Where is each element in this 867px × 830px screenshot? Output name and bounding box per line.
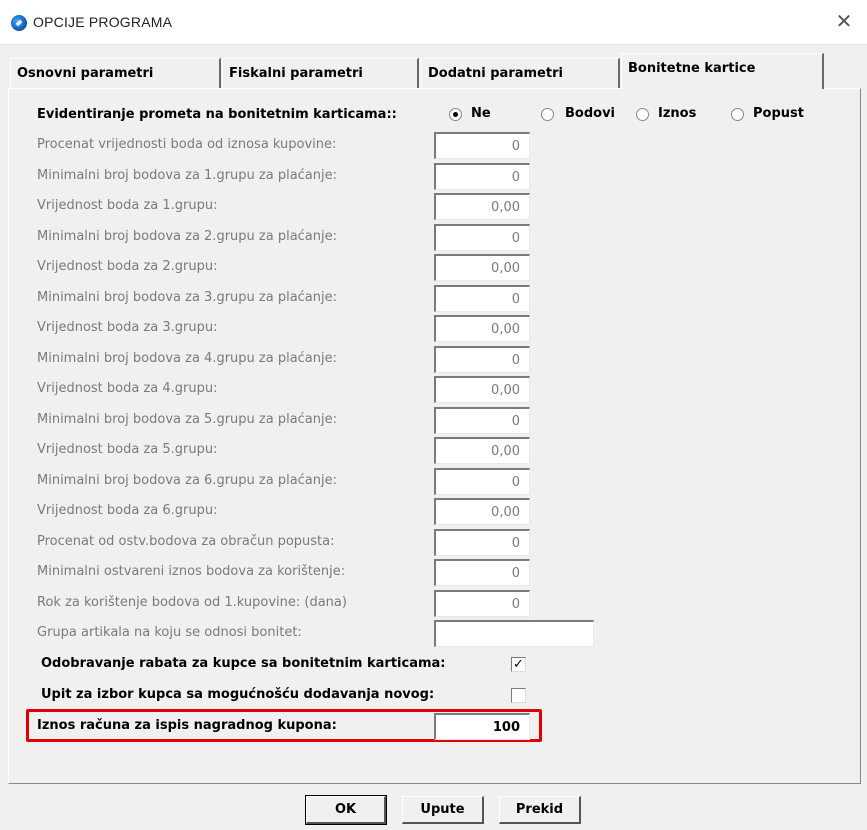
field-label: Procenat od ostv.bodova za obračun popus… [37,534,335,549]
field-label: Vrijednost boda za 6.grupu: [37,503,218,518]
field-input[interactable]: 0,00 [434,376,530,403]
radio-popust-label: Popust [753,106,804,121]
field-label: Vrijednost boda za 2.grupu: [37,259,218,274]
tracking-label: Evidentiranje prometa na bonitetnim kart… [37,107,397,122]
field-input[interactable]: 0 [434,559,530,586]
radio-popust-icon [731,108,744,121]
field-label: Minimalni broj bodova za 3.grupu za plać… [37,290,337,305]
radio-bodovi-icon [541,108,554,121]
field-input[interactable]: 0 [434,285,530,312]
field-label: Grupa artikala na koju se odnosi bonitet… [37,625,302,640]
field-label: Minimalni broj bodova za 2.grupu za plać… [37,229,337,244]
customer-prompt-label: Upit za izbor kupca sa mogućnošću dodava… [41,687,435,702]
field-input[interactable]: 0,00 [434,437,530,464]
field-label: Minimalni broj bodova za 1.grupu za plać… [37,168,337,183]
field-input[interactable]: 0 [434,468,530,495]
field-input[interactable]: 0 [434,529,530,556]
coupon-amount-input[interactable]: 100 [434,713,530,740]
app-logo-icon [11,15,27,31]
field-label: Minimalni ostvareni iznos bodova za kori… [37,564,346,579]
field-label: Minimalni broj bodova za 4.grupu za plać… [37,351,337,366]
radio-ne-icon [449,108,462,121]
radio-iznos-icon [636,108,649,121]
radio-iznos-label: Iznos [658,106,697,121]
help-button[interactable]: Upute [402,796,484,824]
ok-button[interactable]: OK [305,795,387,825]
field-label: Rok za korištenje bodova od 1.kupovine: … [37,595,347,610]
tab-fiskalni-parametri[interactable]: Fiskalni parametri [222,58,419,88]
field-label: Minimalni broj bodova za 6.grupu za plać… [37,473,337,488]
article-group-input[interactable] [434,620,594,647]
field-input[interactable]: 0 [434,132,530,159]
field-input[interactable]: 0,00 [434,315,530,342]
field-label: Vrijednost boda za 5.grupu: [37,442,218,457]
window-title: OPCIJE PROGRAMA [33,14,173,30]
field-label: Procenat vrijednosti boda od iznosa kupo… [37,137,337,152]
field-input[interactable]: 0,00 [434,498,530,525]
field-input[interactable]: 0 [434,346,530,373]
field-input[interactable]: 0 [434,590,530,617]
coupon-amount-label: Iznos računa za ispis nagradnog kupona: [37,718,337,733]
discount-approval-label: Odobravanje rabata za kupce sa bonitetni… [41,656,446,671]
field-input[interactable]: 0,00 [434,254,530,281]
customer-prompt-checkbox[interactable] [511,688,526,703]
radio-bodovi-label: Bodovi [565,106,616,121]
discount-approval-checkbox[interactable]: ✓ [511,657,526,672]
tab-osnovni-parametri[interactable]: Osnovni parametri [10,58,221,88]
field-label: Minimalni broj bodova za 5.grupu za plać… [37,412,337,427]
tab-dodatni-parametri[interactable]: Dodatni parametri [421,58,620,88]
title-bar: OPCIJE PROGRAMA ✕ [0,0,867,45]
cancel-button[interactable]: Prekid [499,796,581,824]
options-dialog: OPCIJE PROGRAMA ✕ Osnovni parametri Fisk… [0,0,867,830]
field-label: Vrijednost boda za 3.grupu: [37,320,218,335]
field-input[interactable]: 0 [434,224,530,251]
field-label: Vrijednost boda za 1.grupu: [37,198,218,213]
field-label: Vrijednost boda za 4.grupu: [37,381,218,396]
close-icon[interactable]: ✕ [821,0,867,44]
tab-bonitetne-kartice[interactable]: Bonitetne kartice [621,53,824,89]
field-input[interactable]: 0,00 [434,193,530,220]
field-input[interactable]: 0 [434,163,530,190]
field-input[interactable]: 0 [434,407,530,434]
radio-ne-label: Ne [471,106,491,121]
